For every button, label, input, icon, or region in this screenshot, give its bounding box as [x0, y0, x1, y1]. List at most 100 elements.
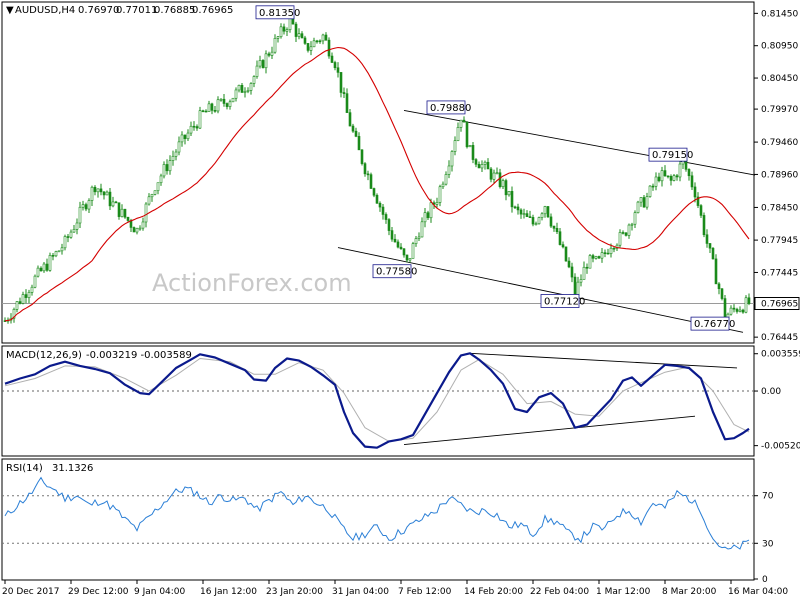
candle-body	[240, 84, 244, 93]
candle-body	[606, 252, 610, 255]
candle-body	[267, 53, 271, 56]
candle-body	[345, 93, 349, 113]
candle-body	[423, 212, 427, 223]
price-annotation: 0.76770	[694, 319, 735, 330]
candle-body	[687, 169, 691, 177]
candle-body	[45, 263, 49, 271]
candle-body	[195, 126, 199, 129]
candle-body	[342, 92, 346, 94]
candle-body	[171, 155, 175, 161]
price-tick-label: 0.77445	[761, 268, 798, 278]
candle-body	[576, 281, 580, 296]
candle-body	[534, 223, 538, 226]
candle-body	[84, 204, 88, 210]
x-tick-label: 9 Jan 04:00	[134, 587, 186, 597]
candle-body	[231, 97, 235, 103]
candle-body	[273, 38, 277, 53]
price-tick-label: 0.80950	[761, 42, 798, 52]
candle-body	[648, 185, 652, 197]
candle-body	[201, 110, 205, 112]
candle-body	[408, 258, 412, 261]
candle-body	[198, 110, 202, 129]
candle-body	[594, 256, 598, 259]
candle-body	[93, 186, 97, 193]
candle-body	[441, 183, 445, 188]
candle-body	[258, 60, 262, 67]
candle-body	[222, 98, 226, 104]
candle-body	[333, 62, 337, 69]
candle-body	[264, 53, 268, 69]
price-tick-label: 0.78960	[761, 170, 798, 180]
candle-body	[225, 103, 229, 107]
rsi-tick-label: 30	[762, 539, 774, 549]
price-annotation: 0.77120	[544, 296, 585, 307]
candle-body	[384, 214, 388, 220]
candle-body	[486, 161, 490, 170]
candle-body	[621, 232, 625, 234]
rsi-tick-label: 0	[762, 575, 768, 585]
candle-body	[210, 103, 214, 111]
x-tick-label: 8 Mar 20:00	[662, 587, 717, 597]
candle-body	[690, 175, 694, 188]
candle-body	[702, 215, 706, 236]
current-price-label: 0.76965	[761, 300, 798, 310]
candle-body	[123, 208, 127, 218]
candle-body	[531, 217, 535, 225]
candle-body	[39, 267, 43, 272]
macd-values: -0.003219 -0.003589	[86, 350, 192, 361]
candle-body	[522, 213, 526, 215]
candle-body	[678, 163, 682, 178]
price-header-symbol: AUDUSD,H4	[15, 5, 75, 16]
candle-body	[540, 213, 544, 218]
candle-body	[27, 292, 31, 298]
candle-body	[570, 266, 574, 278]
candle-body	[510, 191, 514, 208]
candle-body	[309, 46, 313, 51]
candle-body	[543, 206, 547, 215]
macd-tick-label: -0.005207	[761, 442, 800, 452]
price-tick-label: 0.79970	[761, 105, 798, 115]
candle-body	[561, 244, 565, 248]
watermark: ActionForex.com	[152, 269, 352, 297]
candle-body	[141, 221, 145, 229]
price-annotation: 0.81350	[259, 8, 300, 19]
candle-body	[204, 110, 208, 113]
candle-body	[591, 255, 595, 259]
candle-body	[579, 279, 583, 283]
candle-body	[537, 217, 541, 225]
candle-body	[72, 228, 76, 233]
candle-body	[153, 190, 157, 195]
candle-body	[354, 130, 358, 137]
candle-body	[459, 119, 463, 128]
candle-body	[507, 191, 511, 196]
candle-body	[450, 151, 454, 167]
candle-body	[513, 206, 517, 209]
candle-body	[168, 160, 172, 172]
candle-body	[69, 231, 73, 238]
price-annotation: 0.77580	[376, 267, 417, 278]
candle-body	[711, 247, 715, 260]
candle-body	[573, 276, 577, 296]
candle-body	[720, 288, 724, 299]
candle-body	[474, 159, 478, 165]
candle-body	[114, 201, 118, 204]
chart-canvas: ActionForex.com 0.81350 0.79880 0.77580 0.7…	[0, 0, 800, 600]
candle-body	[429, 202, 433, 219]
candle-body	[495, 172, 499, 175]
candle-body	[567, 260, 571, 268]
candle-body	[336, 67, 340, 73]
rsi-panel-frame	[1, 458, 755, 581]
price-tick-label: 0.79460	[761, 138, 798, 148]
candle-body	[66, 236, 70, 238]
candle-body	[735, 308, 739, 312]
candle-body	[165, 164, 169, 172]
candle-body	[96, 188, 100, 193]
candle-body	[660, 170, 664, 182]
candle-body	[504, 180, 508, 196]
x-tick-label: 31 Jan 04:00	[332, 587, 389, 597]
candle-body	[483, 161, 487, 165]
candle-body	[252, 76, 256, 84]
candle-body	[180, 134, 184, 143]
candle-body	[444, 174, 448, 185]
candle-body	[90, 186, 94, 201]
